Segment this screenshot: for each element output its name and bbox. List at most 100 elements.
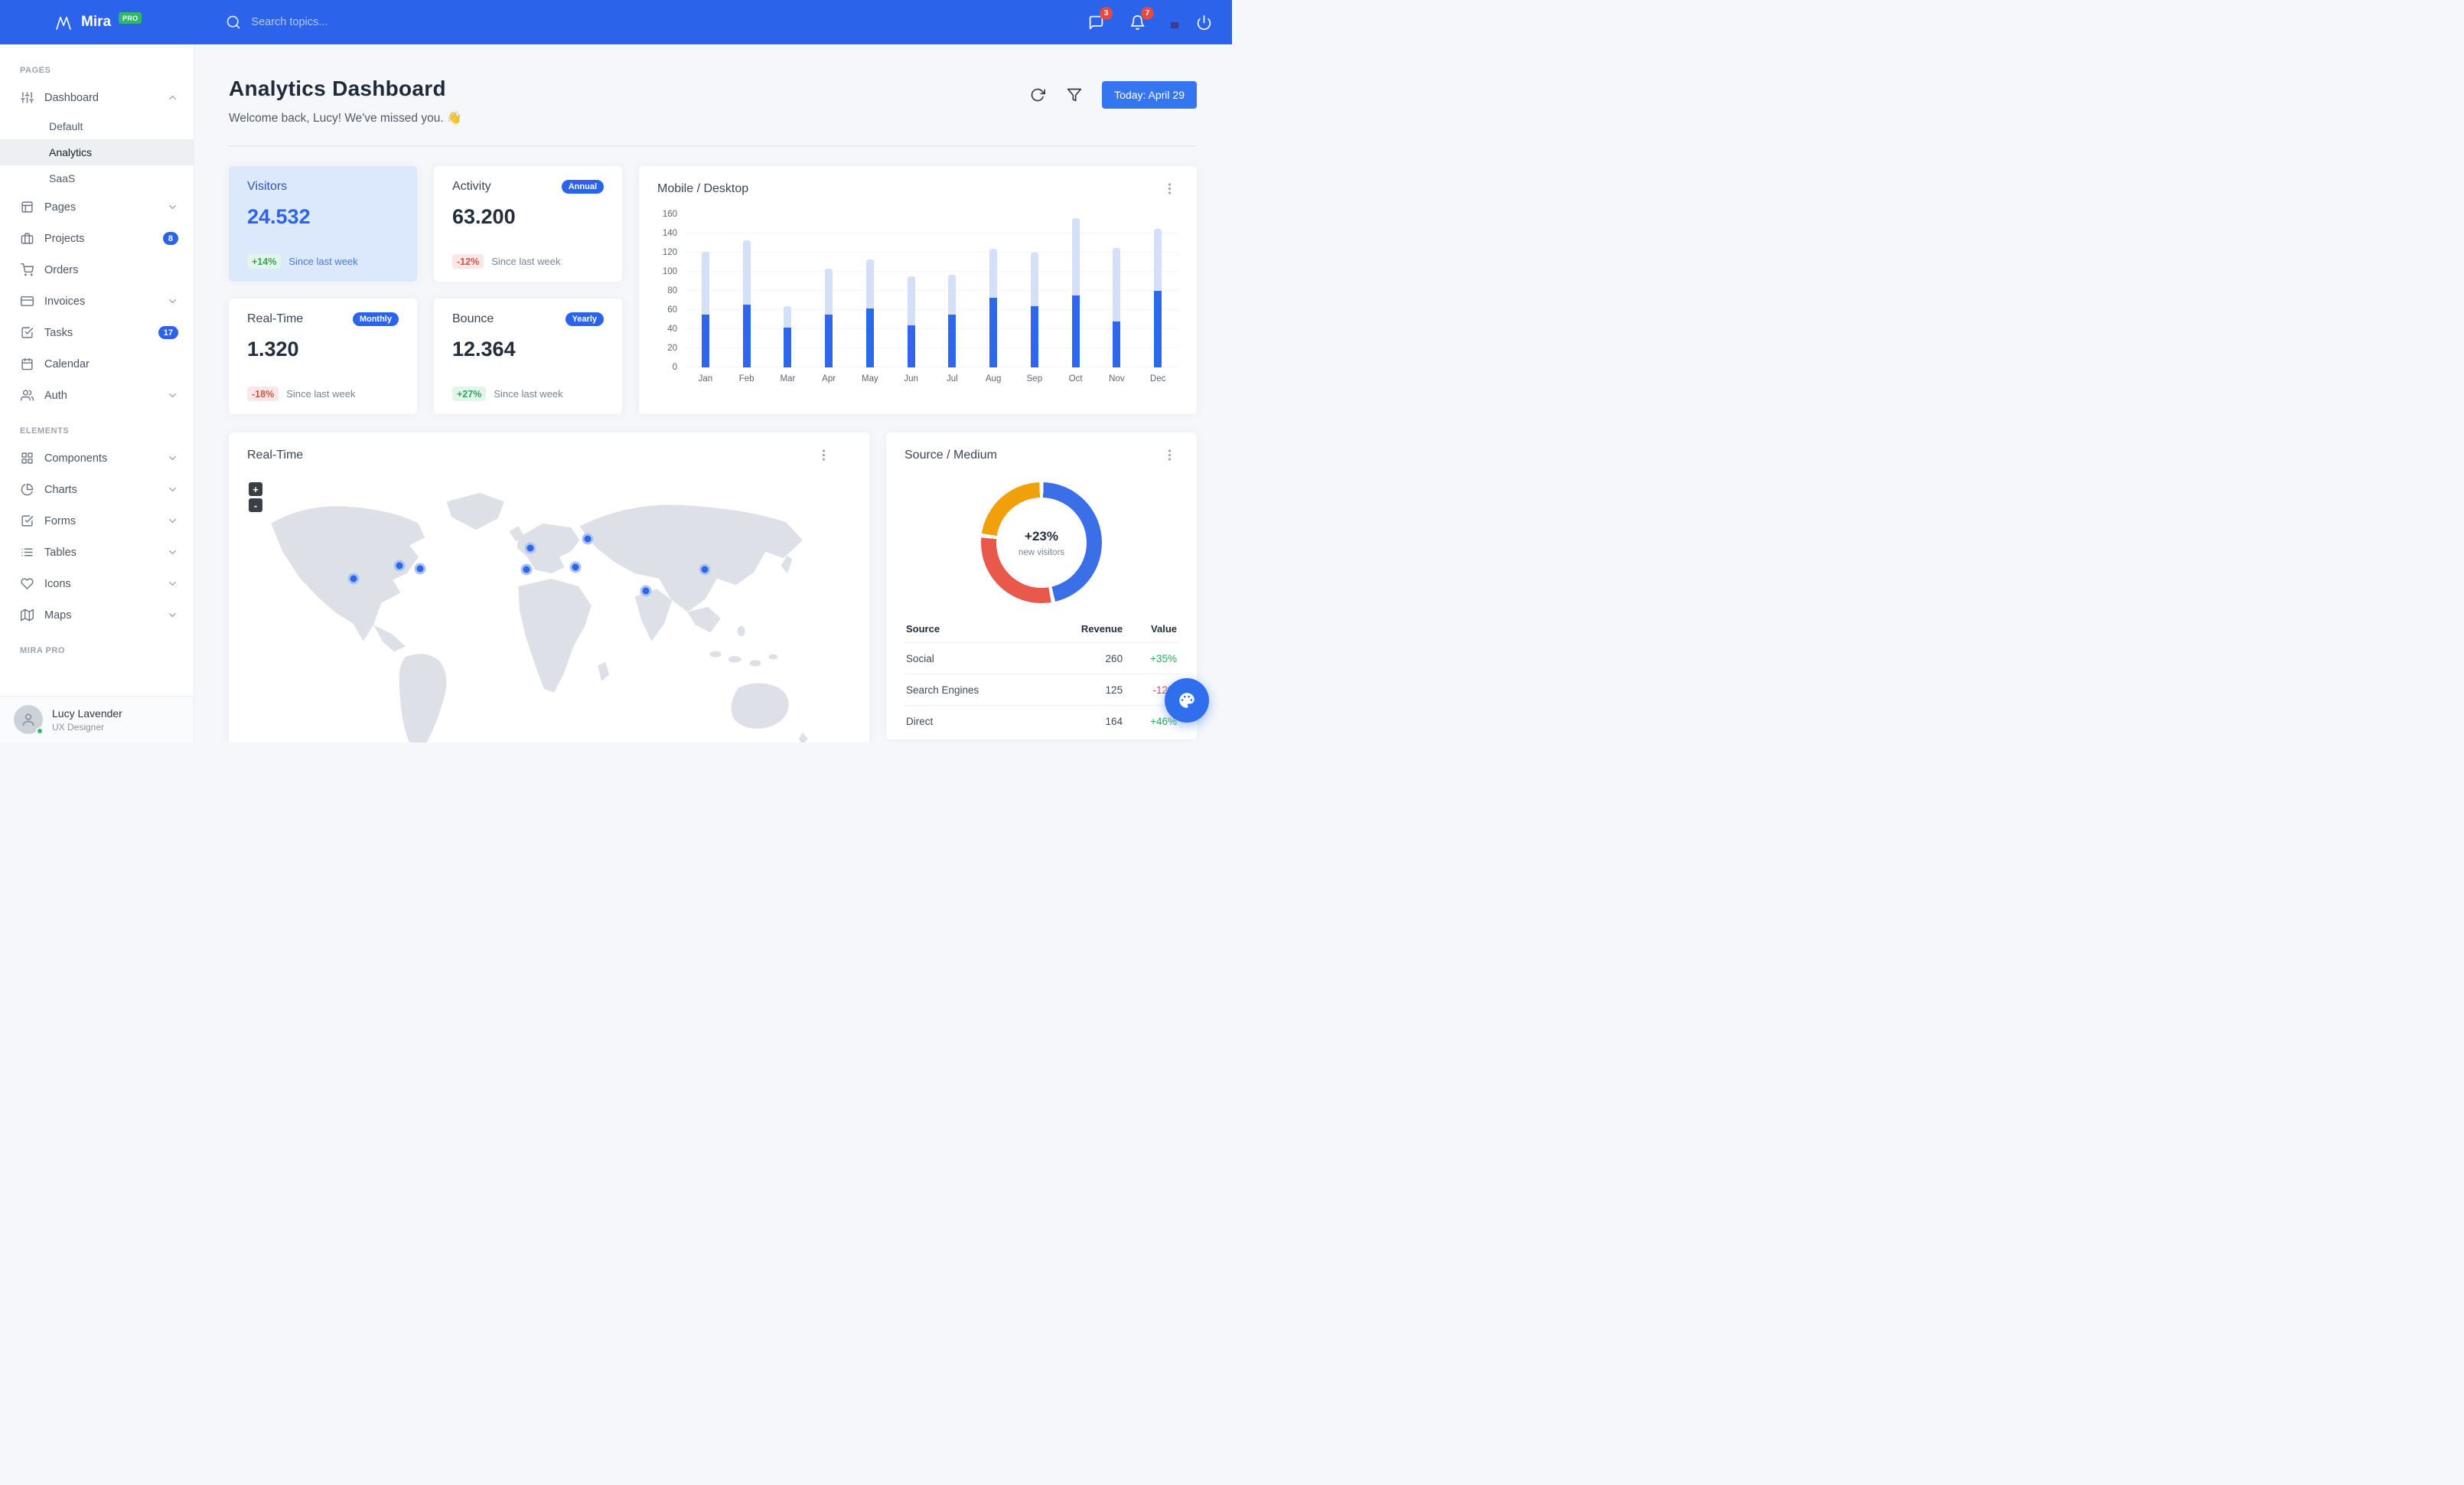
briefcase-icon bbox=[21, 233, 34, 244]
sidebar-item-label: Calendar bbox=[44, 357, 90, 370]
stat-title: Visitors bbox=[247, 180, 288, 193]
sidebar-item-label: Auth bbox=[44, 389, 67, 402]
page-title: Analytics Dashboard bbox=[229, 77, 446, 100]
sidebar-item-forms[interactable]: Forms bbox=[0, 505, 194, 537]
user-role: UX Designer bbox=[52, 721, 105, 733]
search-icon[interactable] bbox=[226, 15, 241, 30]
sidebar-item-label: Tables bbox=[44, 546, 77, 559]
brand[interactable]: Mira PRO bbox=[54, 11, 142, 33]
search-input[interactable] bbox=[251, 16, 428, 28]
sidebar-item-components[interactable]: Components bbox=[0, 442, 194, 474]
source-cell: Search Engines bbox=[904, 674, 1043, 706]
card-menu-button[interactable] bbox=[1161, 446, 1178, 464]
refresh-button[interactable] bbox=[1028, 86, 1047, 104]
sidebar-item-charts[interactable]: Charts bbox=[0, 474, 194, 505]
sign-out-button[interactable] bbox=[1195, 13, 1214, 32]
stat-caption: Since last week bbox=[288, 256, 358, 267]
bar-segment-mobile bbox=[1071, 295, 1080, 367]
sidebar-item-tasks[interactable]: Tasks 17 bbox=[0, 317, 194, 348]
bar-mar bbox=[768, 214, 809, 367]
donut-center-label: new visitors bbox=[1018, 547, 1065, 557]
sidebar-user[interactable]: Lucy Lavender UX Designer bbox=[0, 696, 194, 742]
stat-delta-badge: +14% bbox=[247, 254, 282, 269]
realtime-map-card: Real-Time + - bbox=[229, 432, 869, 742]
period-badge: Monthly bbox=[352, 312, 399, 326]
sidebar-item-pages[interactable]: Pages bbox=[0, 191, 194, 223]
theme-settings-fab[interactable] bbox=[1165, 678, 1209, 723]
mobile-desktop-card: Mobile / Desktop 160 140 120 100 80 60 40 20 0 bbox=[639, 166, 1197, 414]
notifications-button[interactable]: 7 bbox=[1128, 6, 1154, 32]
card-menu-button[interactable] bbox=[815, 446, 833, 464]
sidebar-section-title: ELEMENTS bbox=[20, 426, 70, 436]
bar-segment-desktop bbox=[948, 274, 957, 315]
sidebar-item-default[interactable]: Default bbox=[0, 113, 194, 139]
filter-button[interactable] bbox=[1065, 86, 1084, 104]
bar-segment-mobile bbox=[1113, 321, 1121, 367]
bar-segment-desktop bbox=[1071, 217, 1080, 296]
sidebar-item-maps[interactable]: Maps bbox=[0, 599, 194, 631]
sidebar-item-label: Orders bbox=[44, 263, 79, 276]
bar-segment-mobile bbox=[907, 325, 915, 367]
sidebar-item-label: Maps bbox=[44, 609, 72, 622]
map-marker bbox=[699, 563, 711, 576]
revenue-cell: 125 bbox=[1043, 674, 1125, 706]
sidebar-item-auth[interactable]: Auth bbox=[0, 380, 194, 411]
sidebar-item-orders[interactable]: Orders bbox=[0, 254, 194, 286]
pie-chart-icon bbox=[21, 483, 34, 496]
bar-segment-mobile bbox=[742, 304, 751, 367]
language-flag-button[interactable] bbox=[1169, 21, 1172, 24]
map-marker bbox=[582, 533, 594, 545]
source-medium-row: Search Engines 125 -12% bbox=[904, 674, 1178, 706]
sidebar-item-projects[interactable]: Projects 8 bbox=[0, 223, 194, 254]
sidebar-item-label: Projects bbox=[44, 232, 85, 245]
x-axis-label: Jun bbox=[904, 374, 918, 383]
card-title: Source / Medium bbox=[904, 448, 997, 462]
sidebar-item-label: Invoices bbox=[44, 295, 86, 308]
bar-segment-mobile bbox=[1030, 306, 1038, 367]
date-range-button[interactable]: Today: April 29 bbox=[1102, 81, 1197, 109]
stat-delta-badge: +27% bbox=[452, 387, 487, 401]
check-square-icon bbox=[21, 327, 34, 338]
navbar-search bbox=[226, 15, 428, 30]
main-content: Analytics Dashboard Welcome back, Lucy! … bbox=[194, 44, 1232, 742]
sidebar-item-dashboard[interactable]: Dashboard bbox=[0, 82, 194, 113]
bar-oct bbox=[1055, 214, 1097, 367]
source-medium-row: Direct 164 +46% bbox=[904, 705, 1178, 736]
sidebar-item-analytics[interactable]: Analytics bbox=[0, 139, 194, 165]
sidebar-item-icons[interactable]: Icons bbox=[0, 568, 194, 599]
stat-value: 1.320 bbox=[247, 338, 299, 361]
bar-segment-mobile bbox=[989, 297, 998, 367]
x-axis-label: Aug bbox=[985, 374, 1002, 383]
shopping-cart-icon bbox=[21, 263, 34, 276]
revenue-cell: 164 bbox=[1043, 705, 1125, 736]
card-menu-button[interactable] bbox=[1161, 180, 1178, 197]
bar-segment-desktop bbox=[907, 276, 915, 325]
bar-dec bbox=[1137, 214, 1178, 367]
bar-jun bbox=[891, 214, 932, 367]
sidebar-section-title: PAGES bbox=[20, 66, 51, 75]
messages-button[interactable]: 3 bbox=[1087, 6, 1113, 32]
sidebar: PAGES Dashboard Default Analytics SaaS Pages P… bbox=[0, 44, 194, 742]
bar-plot bbox=[685, 214, 1178, 367]
map-marker bbox=[347, 573, 360, 585]
map-zoom-in-button[interactable]: + bbox=[249, 482, 262, 496]
sidebar-item-tables[interactable]: Tables bbox=[0, 537, 194, 568]
sidebar-item-saas[interactable]: SaaS bbox=[0, 165, 194, 191]
world-map: + - bbox=[229, 476, 869, 742]
bar-segment-mobile bbox=[701, 315, 709, 367]
stat-title: Bounce bbox=[452, 312, 494, 325]
stat-delta-badge: -12% bbox=[452, 254, 484, 269]
sidebar-item-label: Dashboard bbox=[44, 91, 99, 104]
user-avatar bbox=[14, 705, 44, 735]
map-zoom-out-button[interactable]: - bbox=[249, 498, 262, 512]
page-header: Analytics Dashboard Welcome back, Lucy! … bbox=[229, 77, 1197, 126]
column-header-revenue: Revenue bbox=[1080, 623, 1123, 635]
bar-segment-desktop bbox=[825, 269, 833, 315]
brand-name: Mira bbox=[81, 14, 112, 30]
x-axis-label: Sep bbox=[1026, 374, 1043, 383]
sidebar-section-title: MIRA PRO bbox=[20, 646, 65, 655]
sidebar-item-invoices[interactable]: Invoices bbox=[0, 286, 194, 317]
header-actions: Today: April 29 bbox=[1028, 81, 1197, 109]
sidebar-item-calendar[interactable]: Calendar bbox=[0, 348, 194, 380]
bar-segment-desktop bbox=[989, 248, 998, 298]
